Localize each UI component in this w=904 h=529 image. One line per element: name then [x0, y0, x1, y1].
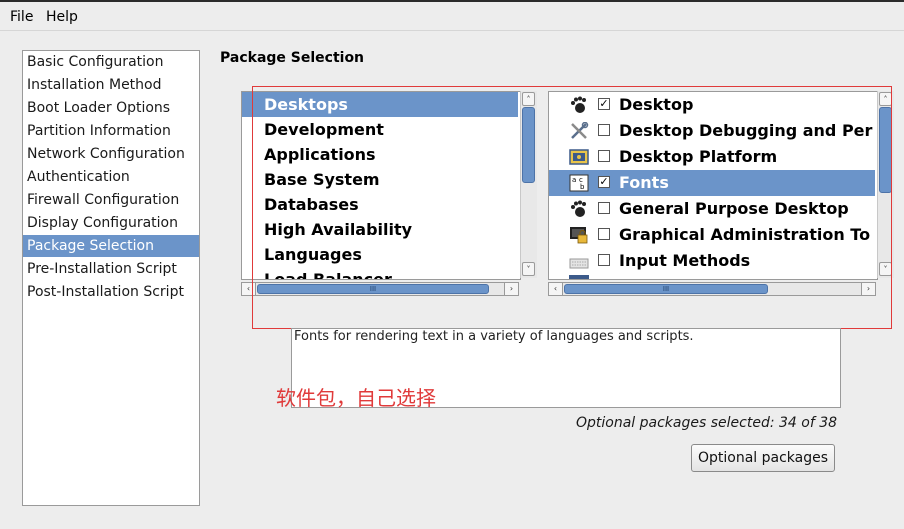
nav-item-boot-loader-options[interactable]: Boot Loader Options [23, 97, 199, 119]
nav-item-network-configuration[interactable]: Network Configuration [23, 143, 199, 165]
nav-item-partition-information[interactable]: Partition Information [23, 120, 199, 142]
annotation-text: 软件包，自己选择 [276, 386, 436, 410]
optional-packages-button[interactable]: Optional packages [691, 444, 835, 472]
nav-item-display-configuration[interactable]: Display Configuration [23, 212, 199, 234]
nav-item-pre-installation-script[interactable]: Pre-Installation Script [23, 258, 199, 280]
nav-item-basic-configuration[interactable]: Basic Configuration [23, 51, 199, 73]
nav-item-firewall-configuration[interactable]: Firewall Configuration [23, 189, 199, 211]
menu-help[interactable]: Help [46, 9, 78, 25]
nav-item-authentication[interactable]: Authentication [23, 166, 199, 188]
annotation-highlight-box [252, 86, 892, 329]
nav-item-package-selection[interactable]: Package Selection [23, 235, 199, 257]
page-title: Package Selection [220, 50, 365, 66]
sidebar-nav: Basic Configuration Installation Method … [22, 50, 200, 506]
nav-item-post-installation-script[interactable]: Post-Installation Script [23, 281, 199, 303]
menu-file[interactable]: File [10, 9, 33, 25]
optional-packages-status: Optional packages selected: 34 of 38 [576, 415, 838, 431]
nav-item-installation-method[interactable]: Installation Method [23, 74, 199, 96]
menubar: File Help [0, 2, 904, 31]
